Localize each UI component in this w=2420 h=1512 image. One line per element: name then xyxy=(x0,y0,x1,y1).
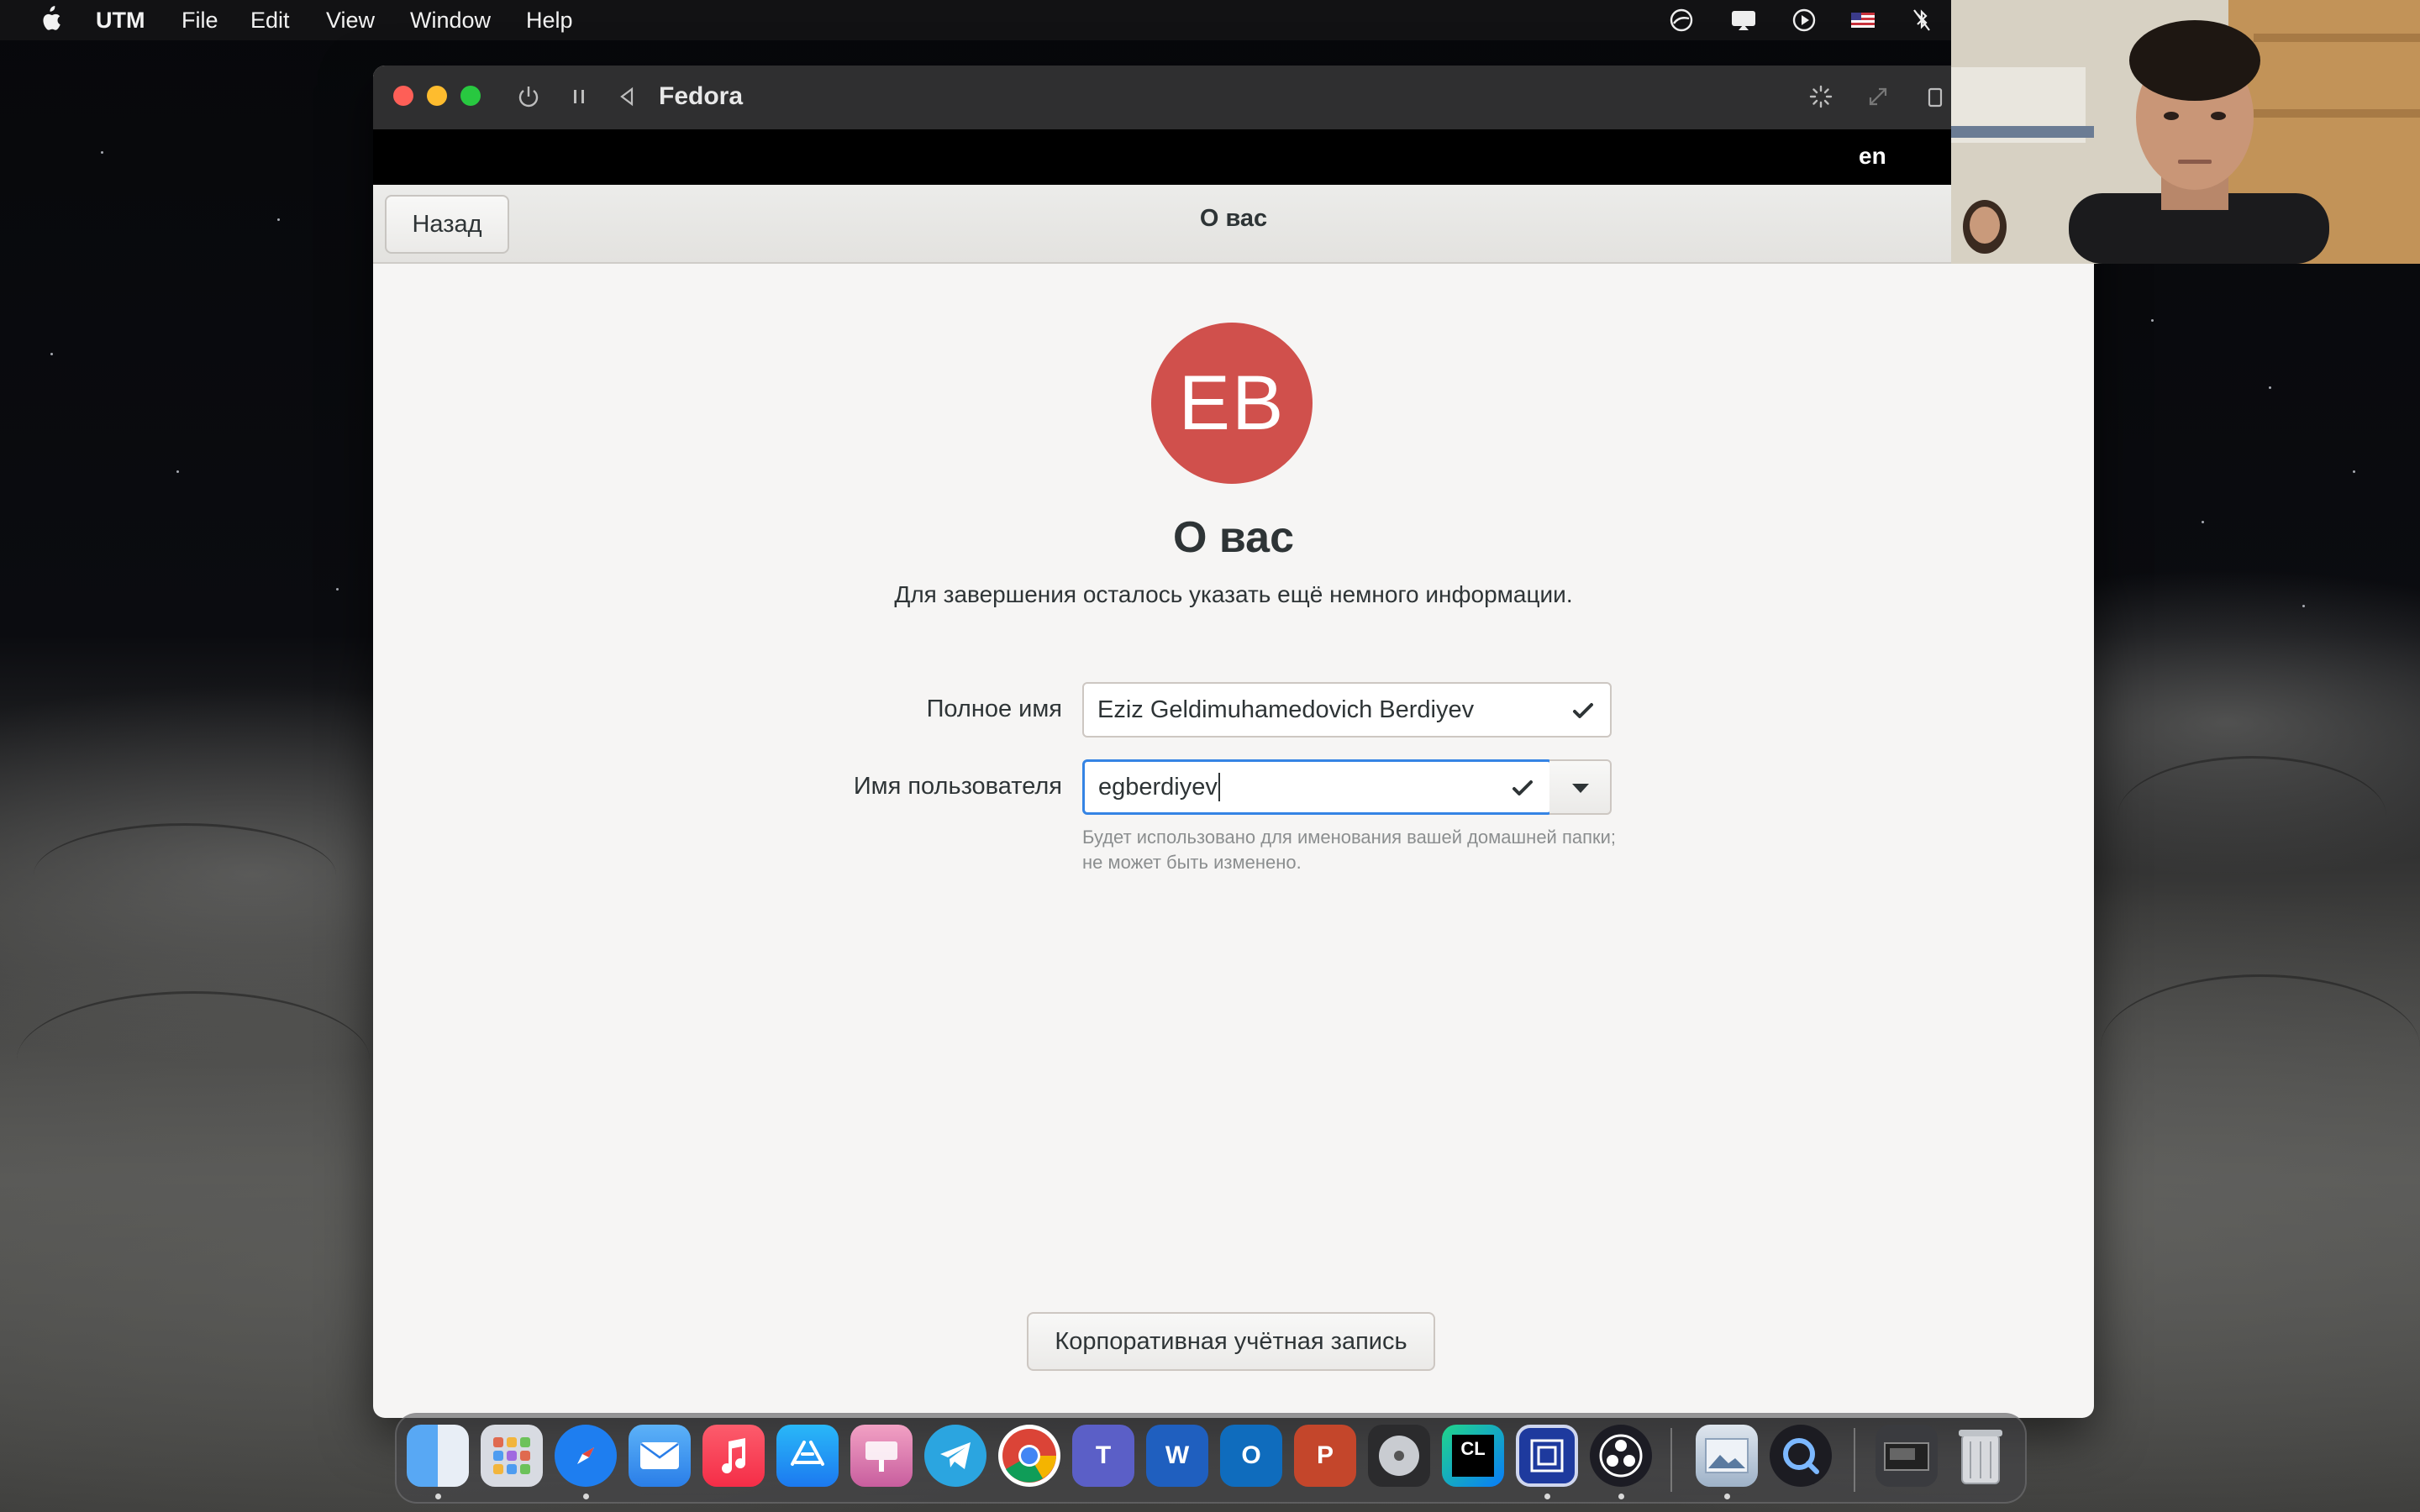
webcam-image xyxy=(1951,0,2420,264)
full-name-value: Eziz Geldimuhamedovich Berdiyev xyxy=(1097,696,1475,723)
dock-separator xyxy=(1670,1428,1672,1492)
trash-icon[interactable] xyxy=(1949,1425,2012,1487)
bluetooth-off-icon[interactable] xyxy=(1907,7,1936,34)
obs-icon[interactable] xyxy=(1590,1425,1652,1487)
telegram-icon[interactable] xyxy=(924,1425,986,1487)
window-title: Fedora xyxy=(659,82,744,110)
magnifier-q-icon xyxy=(1783,1438,1819,1474)
mail-icon[interactable] xyxy=(629,1425,691,1487)
apple-menu-icon[interactable] xyxy=(37,5,62,34)
username-label: Имя пользователя xyxy=(853,773,1062,800)
resize-icon[interactable] xyxy=(1864,82,1892,111)
squares-icon xyxy=(1530,1439,1564,1473)
pause-icon[interactable] xyxy=(565,82,593,111)
chevron-down-icon xyxy=(1572,784,1589,793)
running-indicator xyxy=(1724,1494,1730,1499)
full-name-field[interactable]: Eziz Geldimuhamedovich Berdiyev xyxy=(1082,682,1612,738)
page-subtitle: Для завершения осталось указать ещё немн… xyxy=(894,581,1573,607)
minimize-window-button[interactable] xyxy=(427,86,447,106)
paper-plane-icon xyxy=(940,1442,971,1469)
screen-mirroring-icon[interactable] xyxy=(1729,7,1758,34)
creative-cloud-icon[interactable] xyxy=(1667,7,1696,34)
running-indicator xyxy=(1618,1494,1624,1499)
username-value: egberdiyev xyxy=(1098,773,1218,801)
teams-icon[interactable]: T xyxy=(1072,1425,1134,1487)
running-indicator xyxy=(435,1494,441,1499)
music-note-icon xyxy=(722,1438,746,1474)
launchpad-icon[interactable] xyxy=(481,1425,543,1487)
loading-spinner-icon[interactable] xyxy=(1807,82,1835,111)
music-icon[interactable] xyxy=(702,1425,765,1487)
play-icon[interactable] xyxy=(1790,7,1818,34)
keyboard-layout-indicator[interactable]: en xyxy=(1859,143,1886,170)
quicktime-icon[interactable] xyxy=(1770,1425,1832,1487)
avatar[interactable]: EB xyxy=(1151,323,1313,484)
page-title: О вас xyxy=(1172,513,1294,562)
enterprise-login-button[interactable]: Корпоративная учётная запись xyxy=(1027,1312,1435,1371)
powerpoint-icon[interactable]: P xyxy=(1294,1425,1356,1487)
menu-app-name[interactable]: UTM xyxy=(96,8,145,34)
compass-icon xyxy=(577,1447,594,1464)
running-indicator xyxy=(1544,1494,1550,1499)
preview-icon[interactable] xyxy=(1696,1425,1758,1487)
back-arrow-icon[interactable] xyxy=(613,82,642,111)
zoom-window-button[interactable] xyxy=(460,86,481,106)
menu-help[interactable]: Help xyxy=(526,8,573,34)
us-flag-input-icon[interactable] xyxy=(1849,7,1877,34)
username-field[interactable]: egberdiyev xyxy=(1082,759,1553,815)
outlook-icon[interactable]: O xyxy=(1220,1425,1282,1487)
power-icon[interactable] xyxy=(514,82,543,111)
app-store-a-icon xyxy=(791,1441,824,1466)
close-window-button[interactable] xyxy=(393,86,413,106)
word-icon[interactable]: W xyxy=(1146,1425,1208,1487)
trash-can-icon xyxy=(1959,1430,2002,1484)
launchpad-grid-icon xyxy=(493,1437,530,1474)
utm-vm-window: Fedora en Назад О вас EB О вас Для завер… xyxy=(373,66,2094,1418)
dock-separator xyxy=(1854,1428,1855,1492)
menu-window[interactable]: Window xyxy=(410,8,491,34)
stacked-screenshots-icon xyxy=(1884,1442,1929,1471)
username-suggestions-dropdown[interactable] xyxy=(1549,759,1612,815)
menu-edit[interactable]: Edit xyxy=(250,8,290,34)
disk-utility-icon[interactable] xyxy=(1368,1425,1430,1487)
podium-icon xyxy=(865,1441,897,1472)
disk-icon xyxy=(1379,1436,1419,1476)
menu-view[interactable]: View xyxy=(326,8,375,34)
menu-file[interactable]: File xyxy=(182,8,218,34)
app-store-icon[interactable] xyxy=(776,1425,839,1487)
code-editor-icon[interactable] xyxy=(1516,1425,1578,1487)
screenshot-folder-icon[interactable] xyxy=(1876,1425,1938,1487)
webcam-overlay xyxy=(1951,0,2420,264)
keynote-icon[interactable] xyxy=(850,1425,913,1487)
checkmark-icon xyxy=(1573,703,1593,718)
chrome-logo-icon xyxy=(1002,1429,1056,1483)
usb-device-icon[interactable] xyxy=(1921,82,1949,111)
gnome-top-bar xyxy=(373,129,2094,185)
running-indicator xyxy=(583,1494,589,1499)
header-title: О вас xyxy=(1199,205,1268,232)
safari-icon[interactable] xyxy=(555,1425,617,1487)
obs-logo-icon xyxy=(1599,1434,1643,1478)
chrome-icon[interactable] xyxy=(998,1425,1060,1487)
full-name-label: Полное имя xyxy=(926,696,1062,722)
photo-icon xyxy=(1705,1438,1749,1473)
finder-icon[interactable] xyxy=(407,1425,469,1487)
clion-logo-icon: CL xyxy=(1452,1435,1494,1477)
checkmark-icon xyxy=(1512,780,1533,795)
text-caret xyxy=(1218,773,1220,801)
clion-icon[interactable]: CL xyxy=(1442,1425,1504,1487)
envelope-icon xyxy=(640,1442,679,1469)
username-hint: Будет использовано для именования вашей … xyxy=(1082,827,1617,873)
